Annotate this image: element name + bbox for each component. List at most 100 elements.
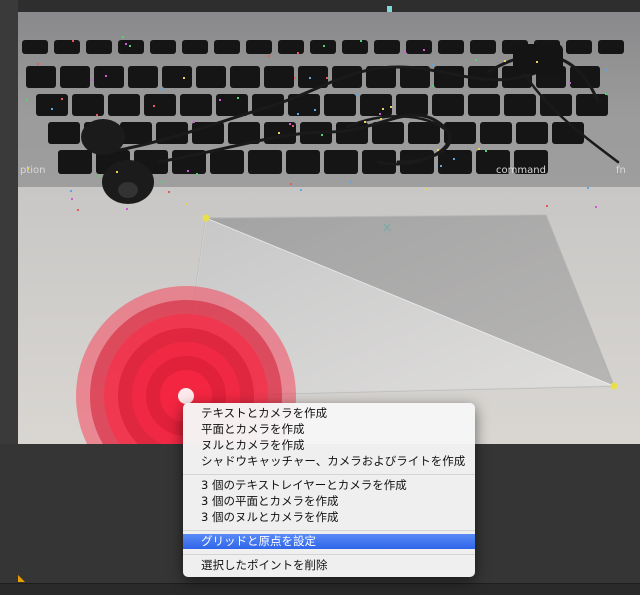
track-point <box>478 148 480 150</box>
menu-item-create-null-camera[interactable]: ヌルとカメラを作成 <box>183 438 475 453</box>
track-point <box>437 149 439 151</box>
track-point <box>162 181 164 183</box>
key <box>264 66 294 88</box>
track-point <box>278 132 280 134</box>
track-point <box>98 175 100 177</box>
key <box>342 40 368 54</box>
track-point <box>185 203 187 205</box>
key <box>504 94 536 116</box>
cable-clip <box>513 44 563 74</box>
menu-item-create-shadow-catcher[interactable]: シャドウキャッチャー、カメラおよびライトを作成 <box>183 454 475 469</box>
track-point <box>356 94 358 96</box>
key <box>72 94 104 116</box>
key <box>286 150 320 174</box>
key <box>36 94 68 116</box>
key <box>324 94 356 116</box>
context-menu: テキストとカメラを作成 平面とカメラを作成 ヌルとカメラを作成 シャドウキャッチ… <box>183 403 475 577</box>
track-point <box>309 77 311 79</box>
key <box>26 66 56 88</box>
key <box>182 40 208 54</box>
resize-corner[interactable] <box>18 575 25 582</box>
key <box>210 150 244 174</box>
menu-separator <box>183 554 475 555</box>
key <box>86 40 112 54</box>
track-point <box>364 121 366 123</box>
viewer-top-bar <box>0 0 640 12</box>
key <box>128 66 158 88</box>
key <box>598 40 624 54</box>
track-point-yellow <box>202 214 210 222</box>
key <box>406 40 432 54</box>
key <box>516 122 548 144</box>
key <box>396 94 428 116</box>
menu-item-delete-selected-points[interactable]: 選択したポイントを削除 <box>183 558 475 573</box>
track-point <box>297 113 299 115</box>
key <box>432 94 464 116</box>
track-point <box>187 170 189 172</box>
track-point <box>268 55 270 57</box>
track-point <box>297 52 299 54</box>
key <box>58 150 92 174</box>
track-point <box>390 106 392 108</box>
key <box>54 40 80 54</box>
track-point <box>153 105 155 107</box>
track-point <box>122 36 124 38</box>
track-point <box>587 187 589 189</box>
track-point <box>323 45 325 47</box>
key <box>566 40 592 54</box>
key <box>196 66 226 88</box>
key <box>252 94 284 116</box>
key <box>470 40 496 54</box>
key <box>48 122 80 144</box>
key <box>120 122 152 144</box>
track-point-yellow <box>610 382 618 390</box>
command-key-label: command <box>496 165 546 176</box>
track-point <box>326 77 328 79</box>
key <box>60 66 90 88</box>
menu-item-create-3-text-layers[interactable]: 3 個のテキストレイヤーとカメラを作成 <box>183 478 475 493</box>
track-point <box>96 114 98 116</box>
track-point <box>219 99 221 101</box>
track-point <box>605 69 607 71</box>
key <box>216 94 248 116</box>
track-point <box>432 85 434 87</box>
track-point <box>485 150 487 152</box>
track-point <box>546 205 548 207</box>
menu-item-create-3-nulls[interactable]: 3 個のヌルとカメラを作成 <box>183 510 475 525</box>
track-point <box>105 75 107 77</box>
track-point <box>294 77 296 79</box>
track-point <box>237 97 239 99</box>
key <box>324 150 358 174</box>
key <box>438 150 472 174</box>
key <box>144 94 176 116</box>
key <box>480 122 512 144</box>
track-point <box>440 165 442 167</box>
track-point <box>70 190 72 192</box>
track-point <box>129 45 131 47</box>
key <box>438 40 464 54</box>
key <box>372 122 404 144</box>
track-point <box>162 88 164 90</box>
track-point <box>71 198 73 200</box>
track-point <box>61 98 63 100</box>
menu-item-create-text-camera[interactable]: テキストとカメラを作成 <box>183 406 475 421</box>
menu-separator <box>183 474 475 475</box>
menu-item-create-3-solids[interactable]: 3 個の平面とカメラを作成 <box>183 494 475 509</box>
key <box>246 40 272 54</box>
key <box>278 40 304 54</box>
fn-key-label: fn <box>616 165 626 176</box>
key <box>408 122 440 144</box>
track-point <box>475 59 477 61</box>
track-point <box>183 77 185 79</box>
composition-viewer[interactable]: command ption fn <box>18 12 640 444</box>
key <box>248 150 282 174</box>
menu-item-set-ground-origin[interactable]: グリッドと原点を設定 <box>183 534 475 549</box>
key <box>576 94 608 116</box>
track-point <box>125 43 127 45</box>
track-point <box>168 191 170 193</box>
track-point <box>37 63 39 65</box>
menu-item-create-solid-camera[interactable]: 平面とカメラを作成 <box>183 422 475 437</box>
track-point <box>403 51 405 53</box>
track-point <box>360 40 362 42</box>
track-point <box>27 168 29 170</box>
